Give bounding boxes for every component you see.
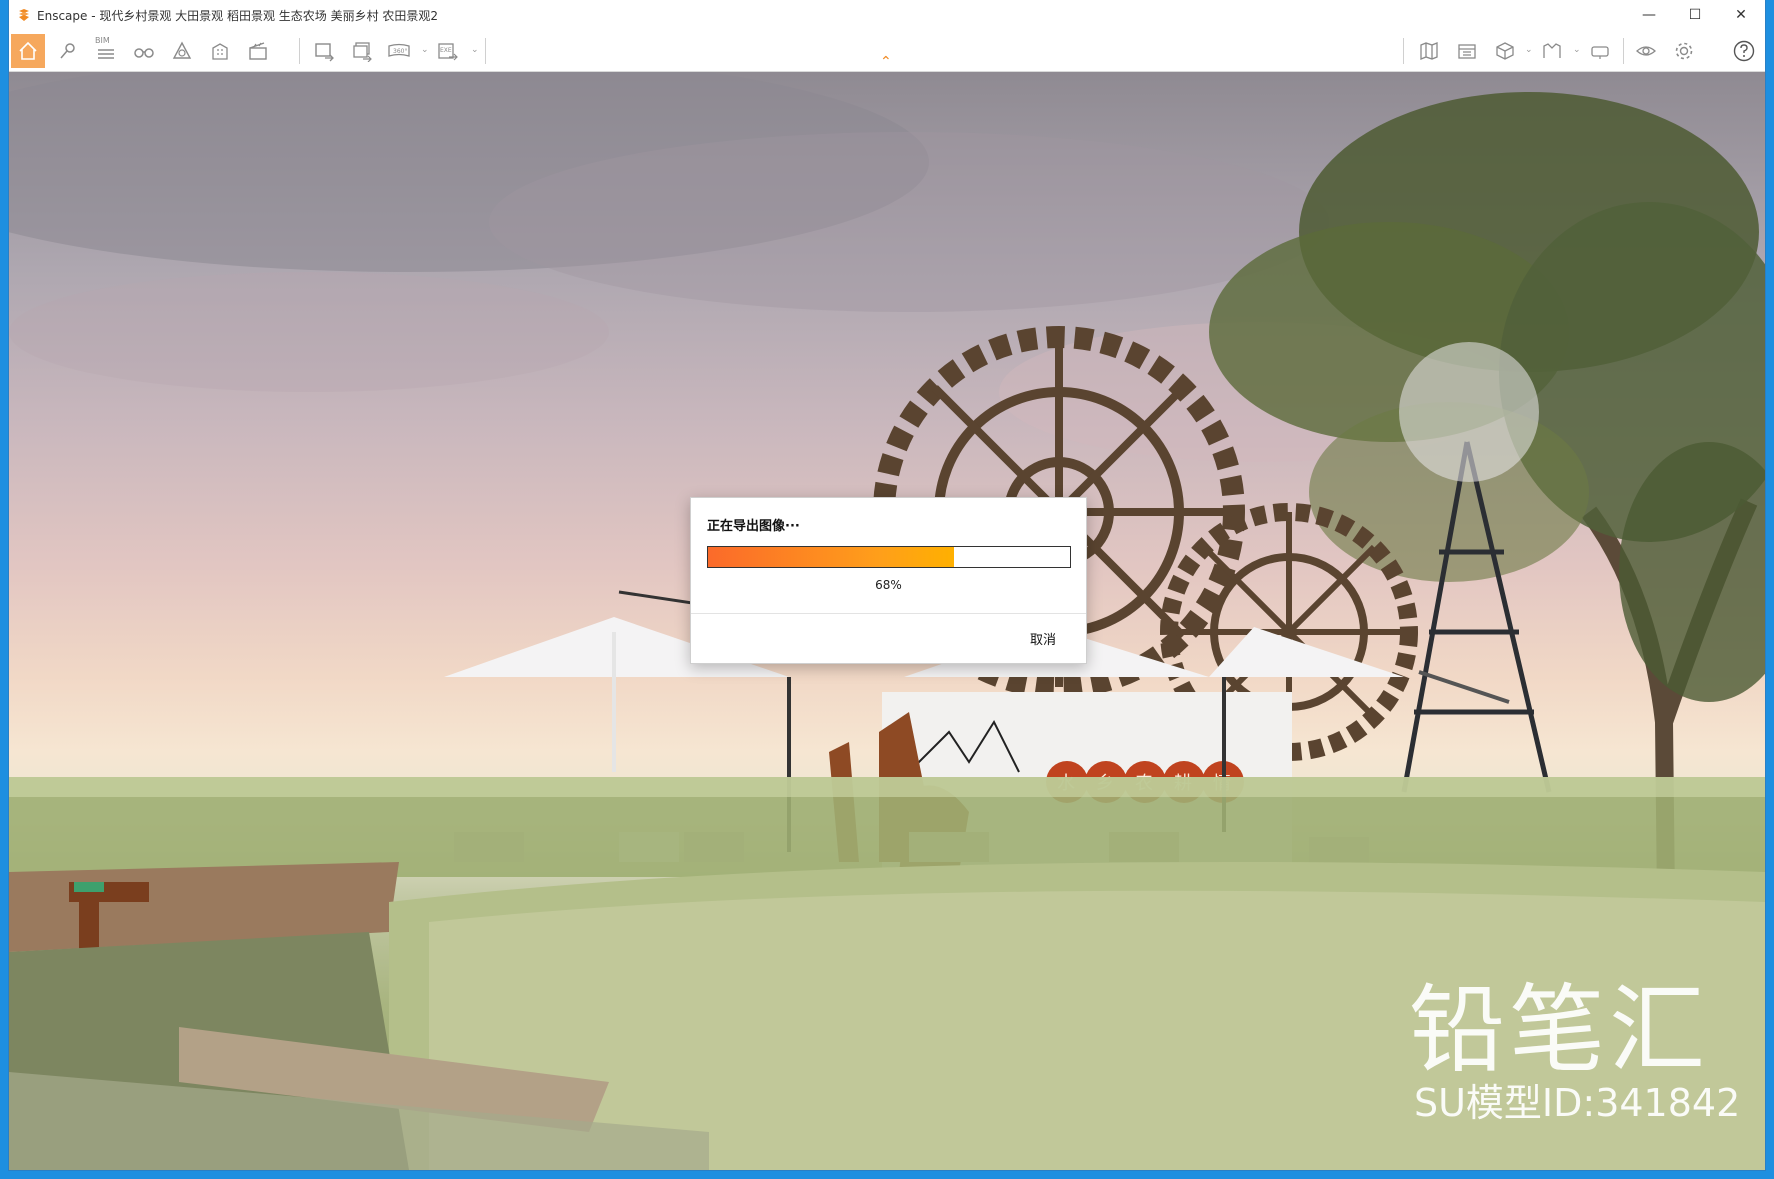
progress-bar [707, 546, 1071, 568]
toolbar-divider [485, 38, 486, 64]
binoculars-icon [134, 48, 154, 58]
close-button[interactable]: ✕ [1718, 0, 1764, 30]
toolbar-divider [299, 38, 300, 64]
svg-text:EXE: EXE [440, 47, 452, 54]
asset-library-icon [1458, 44, 1476, 59]
views-dropdown-icon[interactable]: ⌄ [1573, 46, 1581, 55]
views-icon [1543, 43, 1561, 58]
material-editor-button[interactable] [1488, 34, 1522, 68]
toolbar-divider [1403, 38, 1404, 64]
export-exe-icon: EXE [438, 43, 458, 61]
map-pin-icon [60, 43, 75, 59]
material-dropdown-icon[interactable]: ⌄ [1525, 46, 1533, 55]
toolbar-divider [1623, 38, 1624, 64]
clapperboard-icon [249, 42, 267, 60]
eye-icon [1636, 46, 1656, 56]
cloud [489, 132, 1329, 312]
window-title: Enscape - 现代乡村景观 大田景观 稻田景观 生态农场 美丽乡村 农田景… [37, 8, 439, 23]
map-view-button[interactable] [1412, 34, 1446, 68]
collapse-toolbar-icon[interactable]: ⌃ [880, 54, 892, 70]
bim-label: BIM [95, 36, 110, 45]
clapperboard-button[interactable] [241, 34, 275, 68]
screenshot-export-icon [315, 43, 334, 62]
title-bar: Enscape - 现代乡村景观 大田景观 稻田景观 生态农场 美丽乡村 农田景… [9, 0, 1765, 30]
enscape-logo-icon [17, 8, 31, 22]
vr-headset-button[interactable] [1583, 34, 1617, 68]
enscape-window: Enscape - 现代乡村景观 大田景观 稻田景观 生态农场 美丽乡村 农田景… [9, 0, 1765, 1170]
cube-icon [1496, 42, 1514, 60]
screenshot-button[interactable] [307, 34, 341, 68]
batch-render-button[interactable] [345, 34, 379, 68]
gear-icon [1675, 42, 1693, 60]
svg-text:360°: 360° [393, 48, 407, 55]
vr-headset-icon [1591, 46, 1609, 59]
visual-settings-button[interactable] [1629, 34, 1663, 68]
minimize-button[interactable]: — [1626, 0, 1672, 30]
panorama-dropdown-icon[interactable]: ⌄ [421, 46, 429, 55]
export-exe-button[interactable]: EXE [431, 34, 465, 68]
asset-library-button[interactable] [1450, 34, 1484, 68]
map-icon [1420, 42, 1438, 60]
watermark-brand: 铅笔汇 [1409, 974, 1709, 1086]
progress-percent: 68% [875, 578, 902, 592]
home-icon [19, 41, 37, 60]
cancel-button[interactable]: 取消 [1030, 629, 1056, 648]
dialog-title: 正在导出图像··· [707, 519, 800, 534]
panorama-button[interactable]: 360° [383, 34, 417, 68]
dialog-divider [691, 613, 1086, 614]
views-button[interactable] [1535, 34, 1569, 68]
location-button[interactable] [51, 34, 85, 68]
maximize-button[interactable]: ☐ [1672, 0, 1718, 30]
settings-button[interactable] [1667, 34, 1701, 68]
batch-render-icon [353, 42, 372, 62]
home-button[interactable] [11, 34, 45, 68]
building-button[interactable] [203, 34, 237, 68]
atmosphere-icon [172, 41, 192, 59]
building-icon [212, 43, 228, 60]
watermark-model-id: SU模型ID:341842 [1414, 1081, 1741, 1125]
help-icon [1733, 40, 1755, 62]
export-dropdown-icon[interactable]: ⌄ [471, 46, 479, 55]
bim-button[interactable]: BIM [89, 34, 123, 68]
panorama-360-icon: 360° [388, 43, 410, 57]
atmosphere-button[interactable] [165, 34, 199, 68]
progress-fill [708, 547, 955, 567]
binoculars-button[interactable] [127, 34, 161, 68]
toolbar: BIM 360° ⌄ EXE ⌄ ⌃ ⌄ ⌄ [9, 30, 1765, 72]
export-progress-dialog: 正在导出图像··· 68% 取消 [690, 497, 1087, 664]
help-button[interactable] [1727, 34, 1761, 68]
cloud [9, 272, 609, 392]
